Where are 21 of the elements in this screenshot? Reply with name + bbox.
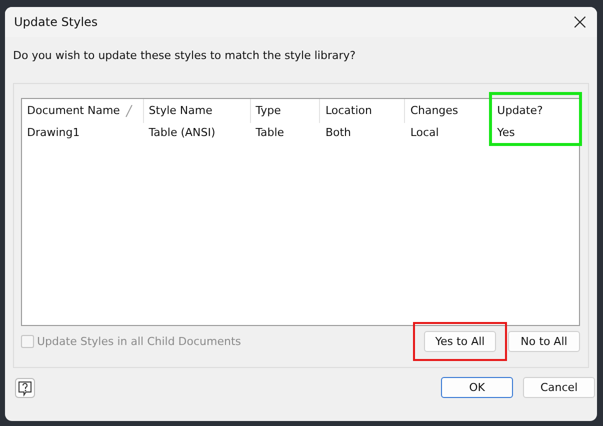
column-header[interactable]: Document Name: [22, 99, 144, 123]
action-button[interactable]: No to All: [508, 331, 580, 352]
window-title: Update Styles: [14, 15, 98, 29]
dialog-button[interactable]: Cancel: [523, 377, 595, 398]
column-header[interactable]: Type: [250, 99, 320, 123]
sort-icon: [124, 105, 133, 117]
prompt-text: Do you wish to update these styles to match the style library?: [12, 48, 357, 64]
table-cell-text: Drawing1: [26, 125, 81, 141]
dialog-button[interactable]: OK: [441, 377, 513, 398]
checkbox-label: Update Styles in all Child Documents: [37, 335, 242, 348]
close-button[interactable]: ×: [563, 7, 597, 37]
table-cell-text: Table: [254, 125, 286, 141]
table-cell-text: Both: [324, 125, 352, 141]
table-cell-text: Local: [409, 125, 440, 141]
column-header[interactable]: Changes: [405, 99, 492, 123]
table-cell-text: Table (ANSI): [148, 125, 216, 141]
help-icon[interactable]: [15, 378, 35, 398]
column-header[interactable]: Style Name: [144, 99, 251, 123]
action-button[interactable]: Yes to All: [424, 331, 496, 352]
column-header[interactable]: Location: [320, 99, 406, 123]
table-cell-text: Yes: [496, 125, 516, 141]
